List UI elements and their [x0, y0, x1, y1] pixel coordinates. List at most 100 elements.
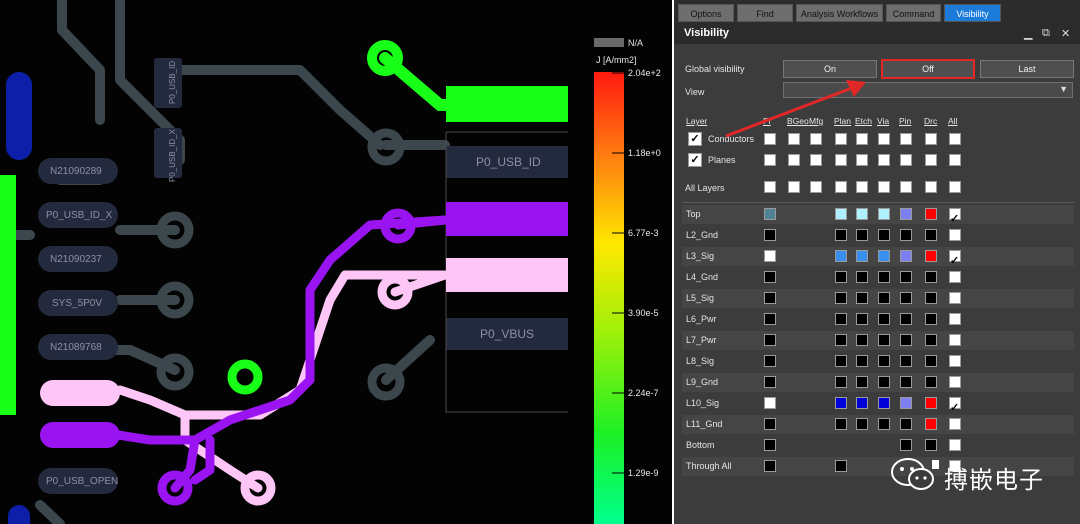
column-header-pl[interactable]: Pl: [763, 116, 771, 126]
toggle-via[interactable]: [878, 154, 890, 166]
tab-find[interactable]: Find: [737, 4, 793, 22]
toggle-plan[interactable]: [835, 181, 847, 193]
group-checkbox[interactable]: ✓: [688, 132, 702, 146]
toggle-etch[interactable]: [856, 154, 868, 166]
layer-toggle-pin[interactable]: [900, 397, 912, 409]
column-header-layer[interactable]: Layer: [686, 116, 707, 126]
layer-toggle-pin[interactable]: [900, 313, 912, 325]
toggle-bgeo[interactable]: [788, 154, 800, 166]
layer-toggle-drc[interactable]: [925, 397, 937, 409]
layer-toggle-pin[interactable]: [900, 376, 912, 388]
toggle-mfg[interactable]: [810, 133, 822, 145]
layer-toggle-etch[interactable]: [856, 397, 868, 409]
layer-toggle-drc[interactable]: [925, 250, 937, 262]
toggle-mfg[interactable]: [810, 181, 822, 193]
layer-toggle-pl[interactable]: [764, 439, 776, 451]
layer-toggle-all[interactable]: [949, 271, 961, 283]
layer-toggle-etch[interactable]: [856, 271, 868, 283]
off-button[interactable]: Off: [881, 59, 975, 79]
column-header-pin[interactable]: Pin: [899, 116, 911, 126]
layer-toggle-via[interactable]: [878, 397, 890, 409]
tab-analysis-workflows[interactable]: Analysis Workflows: [796, 4, 883, 22]
layer-toggle-via[interactable]: [878, 376, 890, 388]
layer-toggle-plan[interactable]: [835, 355, 847, 367]
toggle-drc[interactable]: [925, 181, 937, 193]
column-header-plan[interactable]: Plan: [834, 116, 851, 126]
layer-toggle-pin[interactable]: [900, 208, 912, 220]
toggle-pin[interactable]: [900, 181, 912, 193]
layer-toggle-via[interactable]: [878, 271, 890, 283]
toggle-pin[interactable]: [900, 154, 912, 166]
layer-toggle-drc[interactable]: [925, 376, 937, 388]
group-checkbox[interactable]: ✓: [688, 153, 702, 167]
layer-toggle-etch[interactable]: [856, 229, 868, 241]
layer-toggle-all[interactable]: [949, 334, 961, 346]
layer-toggle-pin[interactable]: [900, 271, 912, 283]
layer-toggle-pl[interactable]: [764, 313, 776, 325]
layer-toggle-pl[interactable]: [764, 250, 776, 262]
layer-toggle-plan[interactable]: [835, 376, 847, 388]
layer-toggle-plan[interactable]: [835, 460, 847, 472]
layer-toggle-drc[interactable]: [925, 208, 937, 220]
layer-toggle-plan[interactable]: [835, 292, 847, 304]
layer-toggle-via[interactable]: [878, 355, 890, 367]
layer-toggle-etch[interactable]: [856, 418, 868, 430]
layer-toggle-pl[interactable]: [764, 292, 776, 304]
layer-toggle-all[interactable]: [949, 355, 961, 367]
layer-toggle-pin[interactable]: [900, 355, 912, 367]
layer-toggle-all[interactable]: [949, 313, 961, 325]
layer-toggle-via[interactable]: [878, 313, 890, 325]
toggle-etch[interactable]: [856, 181, 868, 193]
layer-toggle-all[interactable]: [949, 229, 961, 241]
layer-toggle-via[interactable]: [878, 334, 890, 346]
layer-toggle-plan[interactable]: [835, 313, 847, 325]
layer-toggle-all[interactable]: ✓: [949, 397, 961, 414]
layer-toggle-all[interactable]: [949, 292, 961, 304]
layer-toggle-all[interactable]: [949, 439, 961, 451]
layer-toggle-drc[interactable]: [925, 292, 937, 304]
layer-toggle-drc[interactable]: [925, 418, 937, 430]
layer-toggle-etch[interactable]: [856, 313, 868, 325]
layer-toggle-drc[interactable]: [925, 334, 937, 346]
layer-toggle-pl[interactable]: [764, 460, 776, 472]
layer-toggle-pin[interactable]: [900, 229, 912, 241]
column-header-mfg[interactable]: Mfg: [809, 116, 823, 126]
toggle-pl[interactable]: [764, 133, 776, 145]
layer-toggle-via[interactable]: [878, 229, 890, 241]
pcb-canvas[interactable]: P0_USB_ID P0_VBUS P0_USB_ID P0_USB_ID_X …: [0, 0, 672, 524]
chevron-down-icon[interactable]: ▼: [1059, 84, 1068, 94]
toggle-via[interactable]: [878, 181, 890, 193]
layer-toggle-pl[interactable]: [764, 355, 776, 367]
layer-toggle-via[interactable]: [878, 208, 890, 220]
toggle-drc[interactable]: [925, 133, 937, 145]
layer-toggle-drc[interactable]: [925, 229, 937, 241]
toggle-all[interactable]: [949, 154, 961, 166]
layer-toggle-plan[interactable]: [835, 208, 847, 220]
layer-toggle-pin[interactable]: [900, 334, 912, 346]
layer-toggle-plan[interactable]: [835, 397, 847, 409]
layer-toggle-via[interactable]: [878, 250, 890, 262]
last-button[interactable]: Last: [980, 60, 1074, 78]
view-dropdown[interactable]: ▼: [783, 82, 1073, 98]
layer-toggle-pin[interactable]: [900, 439, 912, 451]
layer-toggle-all[interactable]: [949, 376, 961, 388]
column-header-etch[interactable]: Etch: [855, 116, 872, 126]
toggle-pl[interactable]: [764, 154, 776, 166]
toggle-all[interactable]: [949, 181, 961, 193]
tab-visibility[interactable]: Visibility: [944, 4, 1001, 22]
layer-toggle-etch[interactable]: [856, 376, 868, 388]
toggle-mfg[interactable]: [810, 154, 822, 166]
layer-toggle-pl[interactable]: [764, 208, 776, 220]
layer-toggle-all[interactable]: ✓: [949, 208, 961, 225]
layer-toggle-pl[interactable]: [764, 271, 776, 283]
toggle-plan[interactable]: [835, 154, 847, 166]
toggle-bgeo[interactable]: [788, 133, 800, 145]
layer-toggle-pl[interactable]: [764, 376, 776, 388]
layer-toggle-etch[interactable]: [856, 355, 868, 367]
close-icon[interactable]: ✕: [1061, 27, 1070, 40]
layer-toggle-via[interactable]: [878, 292, 890, 304]
layer-toggle-plan[interactable]: [835, 229, 847, 241]
layer-toggle-pl[interactable]: [764, 397, 776, 409]
layer-toggle-plan[interactable]: [835, 418, 847, 430]
layer-toggle-pin[interactable]: [900, 418, 912, 430]
